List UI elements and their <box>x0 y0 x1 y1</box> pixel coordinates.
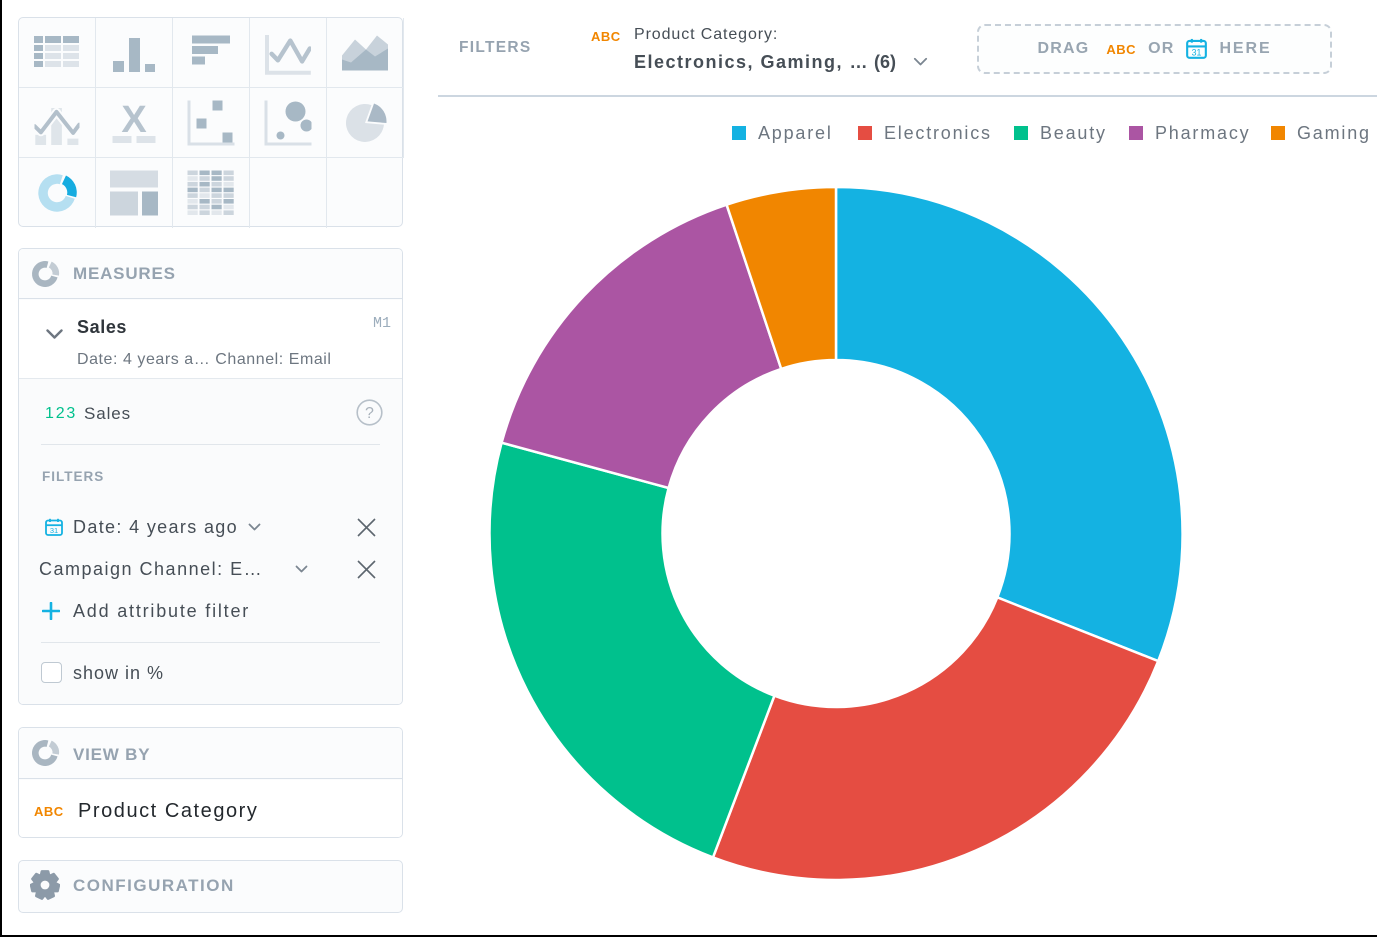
svg-text:X: X <box>121 103 147 141</box>
svg-text:?: ? <box>365 405 374 422</box>
svg-text:31: 31 <box>50 526 58 535</box>
svg-text:31: 31 <box>1192 47 1202 57</box>
